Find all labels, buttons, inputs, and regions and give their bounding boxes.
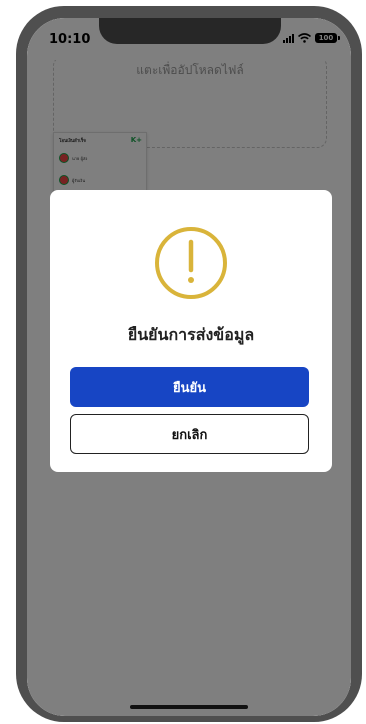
cancel-button[interactable]: ยกเลิก bbox=[70, 414, 309, 454]
home-indicator bbox=[130, 705, 248, 709]
dialog-title: ยืนยันการส่งข้อมูล bbox=[127, 325, 255, 344]
confirm-dialog: ยืนยันการส่งข้อมูล ยืนยัน ยกเลิก bbox=[50, 190, 332, 472]
phone-screen: แตะเพื่ออัปโหลดไฟล์ โอนเงินสำเร็จ K+ นาย… bbox=[27, 18, 351, 716]
confirm-button[interactable]: ยืนยัน bbox=[70, 367, 309, 407]
warning-circle-icon bbox=[155, 227, 227, 299]
